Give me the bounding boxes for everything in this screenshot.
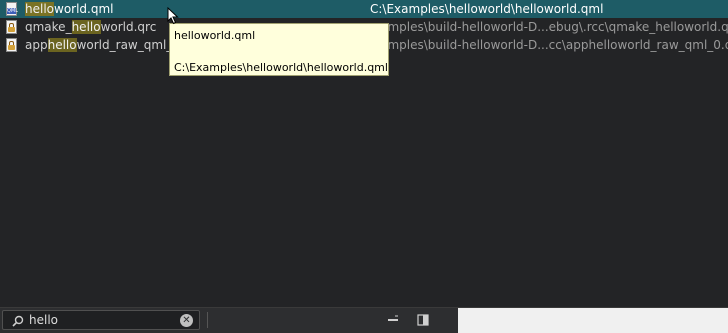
status-progress-area <box>207 312 368 328</box>
name-prefix: qmake_ <box>25 20 72 34</box>
minus-icon[interactable] <box>386 313 400 327</box>
right-panel-area <box>458 308 728 333</box>
match-highlight: hello <box>25 2 54 16</box>
file-tooltip: helloworld.qml C:\Examples\helloworld\he… <box>169 23 389 76</box>
locator-bar: ✕ <box>0 307 728 333</box>
clear-icon[interactable]: ✕ <box>180 314 193 327</box>
sidebar-toggle-icon[interactable] <box>416 313 430 327</box>
locked-file-icon <box>6 38 17 52</box>
name-suffix: world.qml <box>54 2 114 16</box>
result-path: xamples\build-helloworld-D...cc\apphello… <box>373 38 728 52</box>
name-suffix: world_raw_qml_0. <box>76 38 184 52</box>
result-name: apphelloworld_raw_qml_0. <box>25 36 184 54</box>
name-suffix: world.qrc <box>100 20 157 34</box>
tooltip-path: C:\Examples\helloworld\helloworld.qml <box>174 61 388 74</box>
result-name: helloworld.qml <box>25 0 114 18</box>
tooltip-title: helloworld.qml <box>174 29 256 42</box>
qml-file-icon: QML <box>6 2 18 16</box>
match-highlight: hello <box>71 20 101 34</box>
locked-file-icon <box>6 20 17 34</box>
match-highlight: hello <box>47 38 77 52</box>
name-prefix: app <box>25 38 48 52</box>
mouse-cursor-icon <box>167 7 179 25</box>
result-name: qmake_helloworld.qrc <box>25 18 156 36</box>
result-path: xamples\build-helloworld-D...ebug\.rcc\q… <box>373 20 728 34</box>
search-icon <box>12 315 24 327</box>
result-row-helloworld-qml[interactable]: QML helloworld.qml C:\Examples\helloworl… <box>0 0 728 18</box>
result-path: C:\Examples\helloworld\helloworld.qml <box>370 2 604 16</box>
locator-search-box[interactable]: ✕ <box>2 310 200 330</box>
search-input[interactable] <box>29 312 169 328</box>
